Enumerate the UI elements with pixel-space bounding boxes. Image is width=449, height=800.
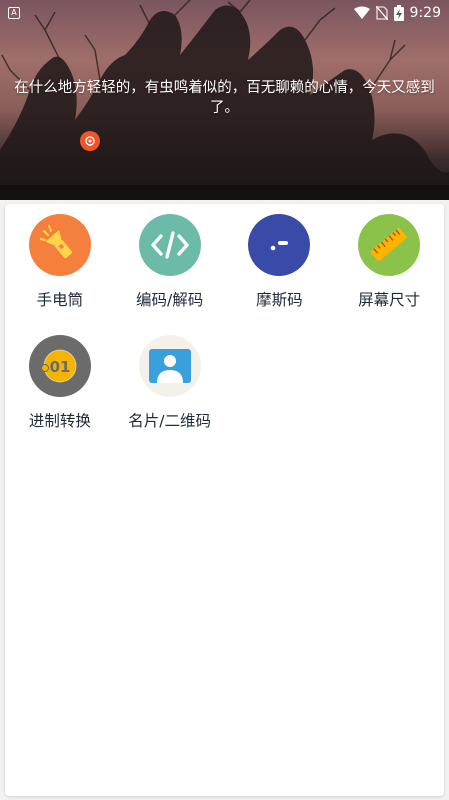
app-notification-icon: A xyxy=(8,7,20,19)
code-icon xyxy=(138,214,201,276)
tool-label: 编码/解码 xyxy=(136,291,204,309)
battery-charging-icon xyxy=(393,5,404,21)
ruler-icon xyxy=(358,214,421,276)
header-banner: A 9:29 在什么地方轻轻的，有虫鸣着似的，百无聊赖的心情，今天又感到了。 xyxy=(0,0,449,200)
no-sim-icon xyxy=(375,6,388,20)
tool-flashlight[interactable]: 手电筒 xyxy=(5,204,115,325)
tool-label: 屏幕尺寸 xyxy=(358,291,421,309)
tools-grid: 手电筒 编码/解码 摩斯码 屏幕尺寸 01 进制转换 名片/二维码 xyxy=(5,204,444,446)
morse-icon xyxy=(248,214,311,276)
tool-business-card-qrcode[interactable]: 名片/二维码 xyxy=(115,325,225,446)
tool-label: 手电筒 xyxy=(36,291,84,309)
business-card-icon xyxy=(138,335,201,397)
flashlight-icon xyxy=(28,214,91,276)
daily-quote: 在什么地方轻轻的，有虫鸣着似的，百无聊赖的心情，今天又感到了。 xyxy=(14,80,435,116)
tool-screen-size[interactable]: 屏幕尺寸 xyxy=(334,204,444,325)
tool-morse-code[interactable]: 摩斯码 xyxy=(225,204,335,325)
status-bar: A 9:29 xyxy=(0,0,449,26)
tool-base-conversion[interactable]: 01 进制转换 xyxy=(5,325,115,446)
tool-label: 进制转换 xyxy=(28,412,91,430)
status-time: 9:29 xyxy=(409,5,441,21)
wifi-icon xyxy=(353,6,370,19)
tool-label: 名片/二维码 xyxy=(128,412,211,430)
refresh-icon[interactable] xyxy=(80,131,100,151)
tool-encode-decode[interactable]: 编码/解码 xyxy=(115,204,225,325)
tool-label: 摩斯码 xyxy=(256,291,303,309)
base-convert-icon: 01 xyxy=(28,335,91,397)
svg-text:01: 01 xyxy=(49,358,70,376)
tools-card: 手电筒 编码/解码 摩斯码 屏幕尺寸 01 进制转换 名片/二维码 xyxy=(5,204,444,796)
